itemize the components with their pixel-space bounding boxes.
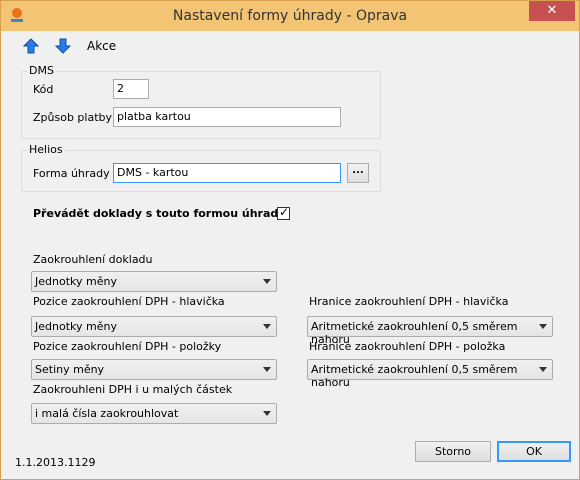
code-input[interactable]: 2 <box>113 79 149 99</box>
browse-button[interactable]: ... <box>347 163 369 183</box>
document-rounding-select[interactable]: Jednotky měny <box>31 271 277 292</box>
vat-item-position-label: Pozice zaokrouhlení DPH - položky <box>33 340 222 353</box>
vat-item-limit-select[interactable]: Aritmetické zaokrouhlení 0,5 směrem naho… <box>307 359 553 389</box>
chevron-down-icon <box>539 324 547 329</box>
small-amounts-value: i malá čísla zaokrouhlovat <box>35 407 179 420</box>
vat-item-limit-value: Aritmetické zaokrouhlení 0,5 směrem naho… <box>311 363 518 389</box>
version-label: 1.1.2013.1129 <box>15 456 96 469</box>
chevron-down-icon <box>263 367 271 372</box>
dialog-content: DMS Kód 2 Způsob platby platba kartou He… <box>1 61 579 479</box>
vat-item-limit-label: Hranice zaokrouhlení DPH - položka <box>309 340 506 353</box>
transfer-documents-checkbox[interactable]: ✓ <box>277 205 290 220</box>
document-rounding-value: Jednotky měny <box>35 275 117 288</box>
close-button[interactable]: ✕ <box>529 1 575 21</box>
checkmark-icon: ✓ <box>279 205 290 219</box>
vat-header-position-value: Jednotky měny <box>35 320 117 333</box>
transfer-documents-label: Převádět doklady s touto formou úhrady <box>33 207 286 220</box>
document-rounding-label: Zaokrouhlení dokladu <box>33 253 153 266</box>
vat-item-position-value: Setiny měny <box>35 363 105 376</box>
arrow-down-icon[interactable] <box>55 38 71 54</box>
vat-header-limit-select[interactable]: Aritmetické zaokrouhlení 0,5 směrem naho… <box>307 316 553 346</box>
code-label: Kód <box>33 83 54 96</box>
dms-legend: DMS <box>27 64 56 77</box>
chevron-down-icon <box>539 367 547 372</box>
vat-header-position-select[interactable]: Jednotky měny <box>31 316 277 337</box>
dms-group <box>21 71 381 139</box>
small-amounts-label: Zaokrouhleni DPH i u malých částek <box>33 383 233 396</box>
window-title: Nastavení formy úhrady - Oprava <box>172 8 408 24</box>
payment-method-input[interactable]: platba kartou <box>113 107 341 127</box>
vat-item-position-select[interactable]: Setiny měny <box>31 359 277 380</box>
chevron-down-icon <box>263 324 271 329</box>
arrow-up-icon[interactable] <box>23 38 39 54</box>
title-bar[interactable]: Nastavení formy úhrady - Oprava ✕ <box>1 1 579 31</box>
small-amounts-select[interactable]: i malá čísla zaokrouhlovat <box>31 403 277 424</box>
dialog-window: Nastavení formy úhrady - Oprava ✕ Akce D… <box>0 0 580 480</box>
cancel-button[interactable]: Storno <box>415 441 491 462</box>
vat-header-position-label: Pozice zaokrouhlení DPH - hlavička <box>33 295 225 308</box>
chevron-down-icon <box>263 411 271 416</box>
payment-form-input[interactable]: DMS - kartou <box>113 163 341 183</box>
payment-method-label: Způsob platby <box>33 111 113 124</box>
chevron-down-icon <box>263 279 271 284</box>
toolbar: Akce <box>1 31 579 61</box>
payment-form-label: Forma úhrady <box>33 167 110 180</box>
vat-header-limit-label: Hranice zaokrouhlení DPH - hlavička <box>309 295 509 308</box>
actions-menu[interactable]: Akce <box>87 39 116 53</box>
helios-legend: Helios <box>27 143 65 156</box>
ok-button[interactable]: OK <box>497 441 571 462</box>
